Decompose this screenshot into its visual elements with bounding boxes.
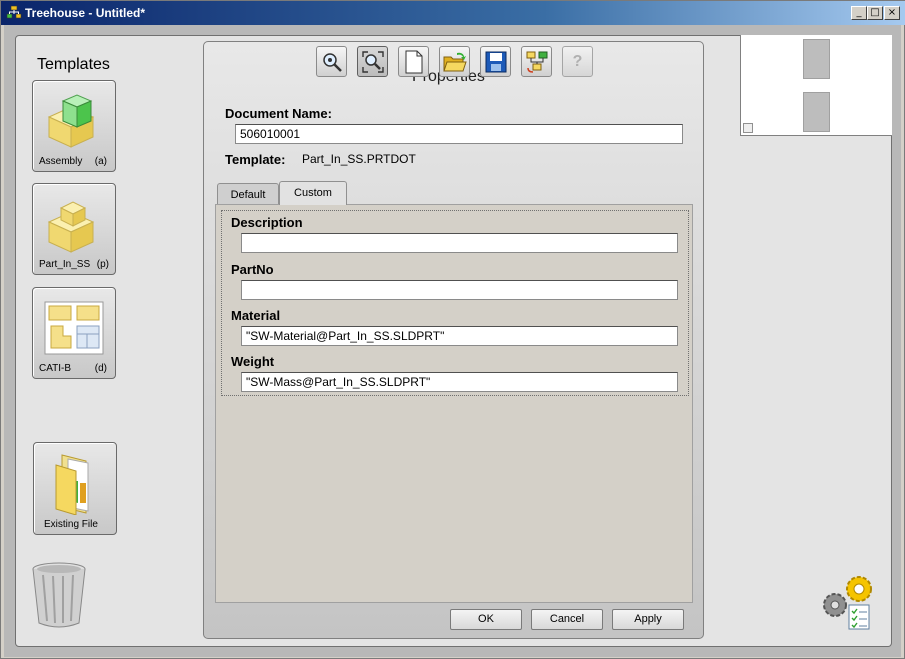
zoom-button[interactable] bbox=[316, 46, 347, 77]
preview-panel bbox=[740, 35, 892, 136]
refresh-icon bbox=[526, 51, 547, 73]
save-icon bbox=[485, 51, 506, 72]
weight-input[interactable]: "SW-Mass@Part_In_SS.SLDPRT" bbox=[241, 372, 678, 392]
folder-icon bbox=[55, 454, 89, 515]
field-label-material: Material bbox=[231, 308, 281, 323]
maximize-button[interactable]: □ bbox=[867, 6, 883, 20]
material-input[interactable]: "SW-Material@Part_In_SS.SLDPRT" bbox=[241, 326, 678, 346]
new-document-icon bbox=[405, 50, 422, 73]
close-button[interactable]: × bbox=[884, 6, 900, 20]
zoom-fit-button[interactable] bbox=[357, 46, 388, 77]
window-title: Treehouse - Untitled* bbox=[25, 6, 146, 20]
partno-input[interactable] bbox=[241, 280, 678, 300]
help-button[interactable]: ? bbox=[562, 46, 593, 77]
custom-tab-panel: Description PartNo Material "SW-Material… bbox=[215, 204, 693, 603]
part-icon bbox=[47, 201, 95, 253]
template-assembly[interactable]: Assembly (a) bbox=[32, 80, 116, 172]
resize-handle[interactable] bbox=[743, 123, 753, 133]
existing-file-button[interactable]: Existing File bbox=[33, 442, 117, 535]
zoom-fit-icon bbox=[361, 50, 384, 73]
field-label-description: Description bbox=[231, 215, 303, 230]
description-input[interactable] bbox=[241, 233, 678, 253]
app-icon bbox=[6, 5, 22, 19]
title-bar[interactable]: Treehouse - Untitled* _ □ × bbox=[1, 1, 905, 25]
preview-thumbnail[interactable] bbox=[803, 92, 830, 132]
refresh-button[interactable] bbox=[521, 46, 552, 77]
template-label: Template: bbox=[225, 152, 286, 167]
properties-dialog: Properties bbox=[203, 41, 704, 639]
preview-thumbnail[interactable] bbox=[803, 39, 830, 79]
settings-gear-icon[interactable] bbox=[819, 573, 875, 631]
tab-custom[interactable]: Custom bbox=[279, 181, 347, 205]
tile-label: Assembly bbox=[39, 156, 83, 167]
field-label-weight: Weight bbox=[231, 354, 275, 369]
template-drawing[interactable]: CATI-B (d) bbox=[32, 287, 116, 379]
zoom-icon bbox=[322, 52, 342, 72]
assembly-icon bbox=[47, 94, 95, 148]
template-part[interactable]: Part_In_SS (p) bbox=[32, 183, 116, 275]
save-button[interactable] bbox=[480, 46, 511, 77]
open-button[interactable] bbox=[439, 46, 470, 77]
tile-label: CATI-B bbox=[39, 363, 72, 374]
field-label-partno: PartNo bbox=[231, 262, 274, 277]
help-icon: ? bbox=[572, 52, 583, 70]
tile-label: Part_In_SS bbox=[39, 259, 91, 270]
tab-default[interactable]: Default bbox=[217, 183, 279, 205]
minimize-button[interactable]: _ bbox=[851, 6, 867, 20]
tile-shortcut: (p) bbox=[96, 259, 109, 270]
tile-shortcut: (a) bbox=[94, 156, 107, 167]
template-value: Part_In_SS.PRTDOT bbox=[302, 152, 416, 166]
drawing-icon bbox=[44, 301, 104, 355]
ok-button[interactable]: OK bbox=[450, 609, 522, 630]
app-window: Treehouse - Untitled* _ □ × Templates As… bbox=[0, 0, 905, 659]
new-document-button[interactable] bbox=[398, 46, 429, 77]
tile-label: Existing File bbox=[44, 519, 98, 530]
templates-heading: Templates bbox=[37, 56, 110, 73]
tile-shortcut: (d) bbox=[94, 363, 107, 374]
trash-icon[interactable] bbox=[29, 561, 93, 631]
document-name-label: Document Name: bbox=[225, 106, 332, 121]
cancel-button[interactable]: Cancel bbox=[531, 609, 603, 630]
open-folder-icon bbox=[442, 52, 467, 71]
document-name-input[interactable]: 506010001 bbox=[235, 124, 683, 144]
apply-button[interactable]: Apply bbox=[612, 609, 684, 630]
